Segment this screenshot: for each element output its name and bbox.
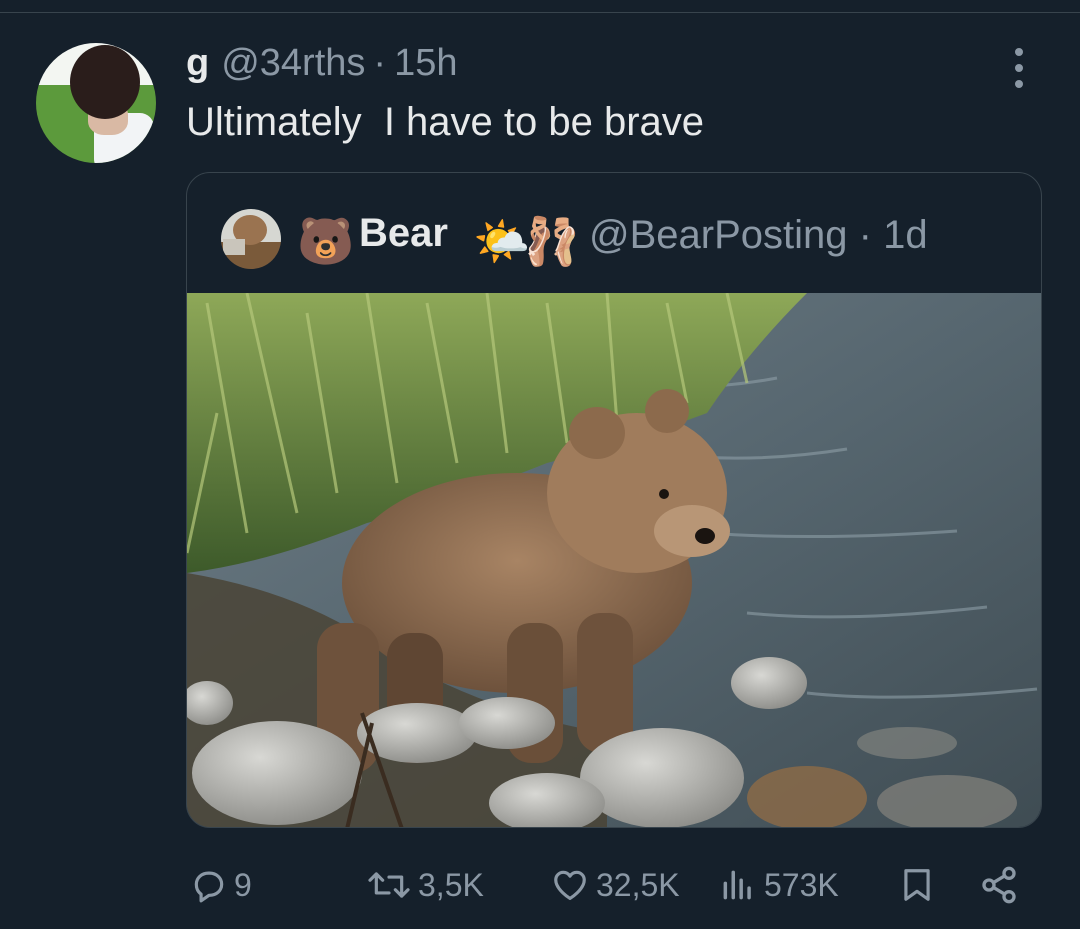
rock	[580, 728, 744, 827]
bear-eye	[659, 489, 669, 499]
bear-muzzle	[654, 505, 730, 557]
author-display-name[interactable]: g	[186, 42, 209, 85]
reply-icon	[194, 871, 224, 903]
tweet-text: Ultimately I have to be brave	[186, 100, 705, 144]
repost-count: 3,5K	[418, 866, 484, 903]
rock	[459, 697, 555, 749]
more-dot	[1015, 64, 1023, 72]
repost-icon	[368, 872, 410, 898]
bookmark-icon	[904, 869, 930, 901]
views-chart-icon	[723, 870, 751, 900]
bear-ear-left	[569, 407, 625, 459]
avatar-book	[223, 239, 245, 255]
like-count: 32,5K	[596, 866, 680, 903]
rock	[731, 657, 807, 709]
header-separator: ·	[373, 42, 387, 84]
share-button[interactable]	[978, 862, 1020, 908]
quoted-media-photo[interactable]	[187, 293, 1042, 828]
heart-icon	[554, 870, 586, 901]
quoted-author-avatar[interactable]	[221, 209, 281, 269]
tweet-action-bar: 9 3,5K 32,5K 573K	[0, 862, 1080, 908]
avatar-hair	[70, 45, 140, 119]
rock	[857, 727, 957, 759]
views-button[interactable]: 573K	[718, 862, 839, 908]
reply-button[interactable]: 9	[190, 862, 252, 908]
sun-behind-cloud-emoji: 🌤️	[473, 215, 531, 267]
ballet-shoes-emoji: 🩰	[523, 215, 581, 267]
quoted-timestamp[interactable]: 1d	[883, 213, 928, 257]
bear-front-leg-2	[577, 613, 633, 753]
tweet-timestamp[interactable]: 15h	[394, 42, 457, 85]
quoted-handle-row: @BearPosting · 1d	[589, 213, 928, 258]
top-divider	[0, 12, 1080, 13]
reply-count: 9	[234, 866, 252, 903]
bear-face-emoji: 🐻	[297, 215, 355, 267]
quoted-author-name[interactable]: Bear	[359, 211, 448, 256]
more-dot	[1015, 80, 1023, 88]
quoted-separator: ·	[858, 213, 872, 257]
quoted-tweet-card[interactable]: 🐻 Bear 🌤️ 🩰 @BearPosting · 1d	[186, 172, 1042, 828]
bookmark-button[interactable]	[898, 862, 936, 908]
share-icon	[982, 866, 1016, 904]
quoted-author-handle[interactable]: @BearPosting	[589, 213, 848, 257]
more-options-icon[interactable]	[1004, 48, 1034, 88]
author-avatar[interactable]	[36, 43, 156, 163]
bear-nose	[695, 528, 715, 544]
rock	[192, 721, 362, 825]
like-button[interactable]: 32,5K	[550, 862, 680, 908]
bear-ear-right	[645, 389, 689, 433]
author-handle[interactable]: @34rths	[221, 42, 365, 85]
tweet-header: g @34rths · 15h	[186, 42, 457, 86]
view-count: 573K	[764, 866, 839, 903]
repost-button[interactable]: 3,5K	[366, 862, 484, 908]
more-dot	[1015, 48, 1023, 56]
rock	[747, 766, 867, 827]
